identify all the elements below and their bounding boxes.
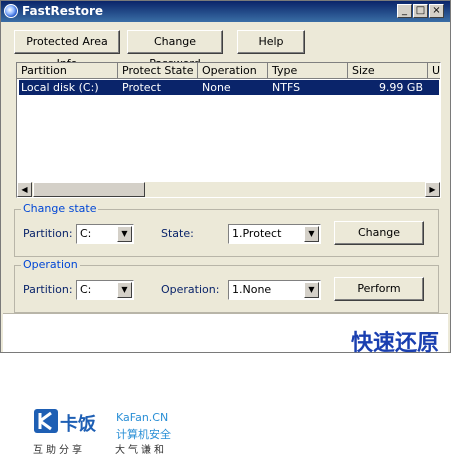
cell-type: NTFS [272, 81, 301, 94]
state-value: 1.Protect [232, 227, 282, 240]
cell-partition: Local disk (C:) [21, 81, 99, 94]
kafan-logo-icon [34, 409, 58, 433]
window-title: FastRestore [22, 4, 104, 18]
title-bar[interactable]: FastRestore _ □ × [1, 1, 450, 22]
kafan-slogan-left: 互助分享 [33, 445, 85, 456]
column-header-size[interactable]: Size [348, 63, 428, 79]
operation-label: Operation: [161, 283, 220, 296]
cell-protect-state: Protect [122, 81, 161, 94]
state-select[interactable]: 1.Protect ▼ [228, 224, 321, 244]
operation-value: 1.None [232, 283, 272, 296]
operation-partition-select[interactable]: C: ▼ [76, 280, 134, 300]
close-button[interactable]: × [429, 4, 444, 18]
table-row[interactable]: Local disk (C:) Protect None NTFS 9.99 G… [19, 80, 439, 95]
chevron-down-icon[interactable]: ▼ [117, 282, 132, 298]
cell-operation: None [202, 81, 231, 94]
protected-area-info-button[interactable]: Protected Area Info [14, 30, 120, 70]
column-header-type[interactable]: Type [268, 63, 348, 79]
column-header-used[interactable]: Us [428, 63, 440, 79]
change-partition-select[interactable]: C: ▼ [76, 224, 134, 244]
change-partition-value: C: [80, 227, 92, 240]
change-password-button[interactable]: Change Password [127, 30, 223, 70]
partition-list[interactable]: Partition Protect State Operation Type S… [16, 62, 441, 198]
column-header-operation[interactable]: Operation [198, 63, 268, 79]
maximize-button[interactable]: □ [413, 4, 428, 18]
kafan-name-en: KaFan.CN [116, 411, 169, 424]
help-button[interactable]: Help [237, 30, 305, 54]
operation-partition-label: Partition: [23, 283, 73, 296]
brand-chinese-title: 快速还原 [350, 331, 439, 356]
kafan-name-cn: 卡饭 [60, 414, 96, 435]
chevron-down-icon[interactable]: ▼ [304, 226, 319, 242]
column-header-protect-state[interactable]: Protect State [118, 63, 198, 79]
app-icon [4, 4, 18, 18]
perform-button[interactable]: Perform [334, 277, 424, 301]
operation-partition-value: C: [80, 283, 92, 296]
chevron-down-icon[interactable]: ▼ [304, 282, 319, 298]
state-label: State: [161, 227, 194, 240]
scroll-left-icon[interactable]: ◀ [17, 182, 32, 197]
minimize-button[interactable]: _ [397, 4, 412, 18]
chevron-down-icon[interactable]: ▼ [117, 226, 132, 242]
cell-size: 9.99 GB [378, 81, 423, 94]
change-state-group: Change state Partition: C: ▼ State: 1.Pr… [14, 202, 439, 257]
change-state-group-label: Change state [21, 202, 99, 215]
scrollbar-thumb[interactable] [33, 182, 145, 197]
column-header-partition[interactable]: Partition [17, 63, 118, 79]
operation-group-label: Operation [21, 258, 80, 271]
kafan-subtitle: 计算机安全 [116, 428, 171, 441]
fastrestore-window: FastRestore _ □ × Protected Area Info Ch… [0, 0, 451, 353]
horizontal-scrollbar[interactable]: ◀ ▶ [17, 182, 440, 197]
operation-select[interactable]: 1.None ▼ [228, 280, 321, 300]
kafan-slogan-right: 大气谦和 [115, 445, 167, 456]
change-partition-label: Partition: [23, 227, 73, 240]
change-button[interactable]: Change [334, 221, 424, 245]
scroll-right-icon[interactable]: ▶ [425, 182, 440, 197]
operation-group: Operation Partition: C: ▼ Operation: 1.N… [14, 258, 439, 313]
